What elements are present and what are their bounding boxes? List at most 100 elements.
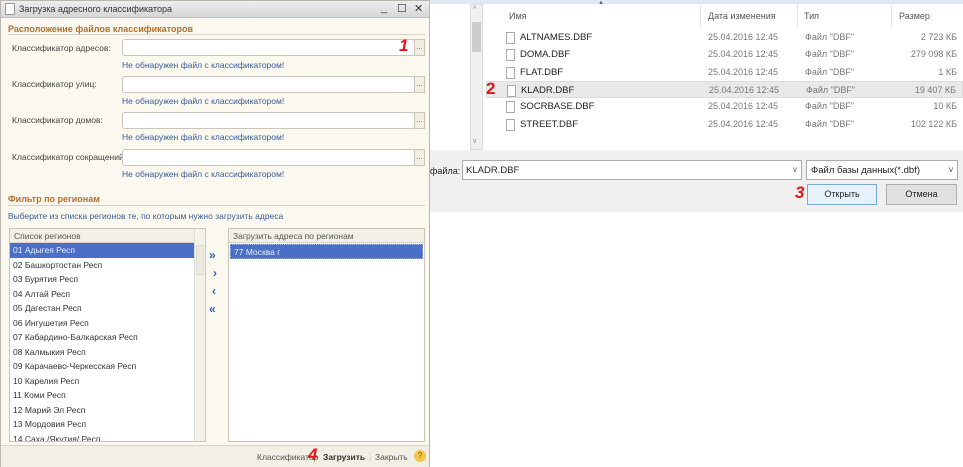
region-item[interactable]: 13 Мордовия Респ xyxy=(10,417,195,432)
document-icon xyxy=(5,3,15,15)
region-item[interactable]: 11 Коми Респ xyxy=(10,388,195,403)
cancel-button[interactable]: Отмена xyxy=(886,184,957,205)
close-link[interactable]: Закрыть xyxy=(375,452,408,462)
chevron-down-icon[interactable]: v xyxy=(949,165,953,174)
file-list-scrollbar[interactable]: ^ v xyxy=(470,4,483,150)
annotation-2: 2 xyxy=(486,79,496,98)
remove-button[interactable]: ‹ xyxy=(212,284,216,298)
window-title: Загрузка адресного классификатора xyxy=(19,4,172,14)
houses-classifier-label: Классификатор домов: xyxy=(12,115,103,125)
region-item[interactable]: 03 Бурятия Респ xyxy=(10,272,195,287)
maximize-button[interactable]: ☐ xyxy=(397,2,407,15)
load-button[interactable]: Загрузить xyxy=(323,452,365,462)
divider xyxy=(8,205,425,206)
filter-section-title: Фильтр по регионам xyxy=(8,194,100,204)
region-item[interactable]: 12 Марий Эл Респ xyxy=(10,403,195,418)
file-size: 279 098 КБ xyxy=(910,49,957,60)
sort-arrow-icon: ▲ xyxy=(598,0,604,6)
region-item[interactable]: 09 Карачаево-Черкесская Респ xyxy=(10,359,195,374)
filename-value: KLADR.DBF xyxy=(466,165,520,176)
region-item[interactable]: 10 Карелия Респ xyxy=(10,374,195,389)
selected-list-header: Загрузить адреса по регионам xyxy=(229,229,424,243)
file-icon xyxy=(506,101,515,114)
file-icon xyxy=(507,84,516,97)
file-size: 102 122 КБ xyxy=(910,118,957,129)
filetype-value: Файл базы данных(*.dbf) xyxy=(811,165,920,176)
file-date: 25.04.2016 12:45 xyxy=(708,66,779,77)
region-item[interactable]: 04 Алтай Респ xyxy=(10,287,195,302)
scrollbar-thumb[interactable] xyxy=(472,22,481,52)
region-item[interactable]: 08 Калмыкия Респ xyxy=(10,345,195,360)
dialog-top-band xyxy=(430,0,963,4)
streets-browse-button[interactable]: ... xyxy=(414,76,425,93)
file-name: KLADR.DBF xyxy=(521,84,575,96)
regions-list[interactable]: Список регионов 01 Адыгея Респ 02 Башкорт… xyxy=(9,228,206,442)
file-row[interactable]: ALTNAMES.DBF 25.04.2016 12:45 Файл "DBF" 2 … xyxy=(486,29,963,46)
regions-scrollbar[interactable] xyxy=(194,229,205,441)
region-item[interactable]: 01 Адыгея Респ xyxy=(10,243,195,258)
file-size: 1 КБ xyxy=(938,66,957,77)
address-classifier-label: Классификатор адресов: xyxy=(12,43,111,53)
file-date: 25.04.2016 12:45 xyxy=(708,101,779,112)
open-button[interactable]: Открыть xyxy=(807,184,877,205)
column-name[interactable]: Имя xyxy=(509,11,527,21)
file-date: 25.04.2016 12:45 xyxy=(708,118,779,129)
address-error[interactable]: Не обнаружен файл с классификатором! xyxy=(122,60,284,70)
abbrev-browse-button[interactable]: ... xyxy=(414,149,425,166)
houses-classifier-input[interactable] xyxy=(122,112,415,129)
remove-all-button[interactable]: « xyxy=(209,302,216,316)
file-type: Файл "DBF" xyxy=(806,84,856,95)
minimize-button[interactable]: _ xyxy=(381,2,387,14)
separator: | xyxy=(369,451,372,461)
file-icon xyxy=(506,66,515,79)
address-classifier-window: Загрузка адресного классификатора _ ☐ ✕ … xyxy=(0,0,430,467)
filename-input[interactable]: KLADR.DBF v xyxy=(462,160,802,180)
file-row[interactable]: DOMA.DBF 25.04.2016 12:45 Файл "DBF" 279 09… xyxy=(486,46,963,63)
close-button[interactable]: ✕ xyxy=(414,2,423,15)
chevron-down-icon[interactable]: v xyxy=(793,165,797,174)
abbrev-classifier-label: Классификатор сокращений: xyxy=(12,152,127,162)
streets-classifier-input[interactable] xyxy=(122,76,415,93)
region-item[interactable]: 14 Саха /Якутия/ Респ xyxy=(10,432,195,442)
file-icon xyxy=(506,118,515,131)
column-size[interactable]: Размер xyxy=(899,11,930,21)
scrollbar-thumb[interactable] xyxy=(196,245,204,275)
filter-hint: Выберите из списка регионов те, по котор… xyxy=(8,211,284,221)
region-item[interactable]: 06 Ингушетия Респ xyxy=(10,316,195,331)
selected-region-item[interactable]: 77 Москва г xyxy=(230,244,423,259)
column-date[interactable]: Дата изменения xyxy=(708,11,776,21)
dialog-bottom-panel: файла: KLADR.DBF v Файл базы данных(*.db… xyxy=(430,150,963,212)
file-row[interactable]: SOCRBASE.DBF 25.04.2016 12:45 Файл "DBF" 10… xyxy=(486,98,963,115)
region-item[interactable]: 07 Кабардино-Балкарская Респ xyxy=(10,330,195,345)
column-type[interactable]: Тип xyxy=(804,11,819,21)
address-browse-button[interactable]: ... xyxy=(414,39,425,56)
region-item[interactable]: 02 Башкортостан Респ xyxy=(10,258,195,273)
file-row[interactable]: FLAT.DBF 25.04.2016 12:45 Файл "DBF" 1 КБ xyxy=(486,64,963,81)
help-icon[interactable]: ? xyxy=(414,450,426,462)
file-date: 25.04.2016 12:45 xyxy=(708,49,779,60)
annotation-3: 3 xyxy=(795,183,805,202)
file-type: Файл "DBF" xyxy=(805,49,855,60)
file-row[interactable]: KLADR.DBF 25.04.2016 12:45 Файл "DBF" 19 40… xyxy=(486,80,963,98)
file-row[interactable]: STREET.DBF 25.04.2016 12:45 Файл "DBF" 102 … xyxy=(486,116,963,133)
add-all-button[interactable]: » xyxy=(209,248,216,262)
regions-list-header: Список регионов xyxy=(10,229,195,243)
file-date: 25.04.2016 12:45 xyxy=(708,32,779,42)
add-button[interactable]: › xyxy=(213,266,217,280)
filetype-select[interactable]: Файл базы данных(*.dbf) v xyxy=(806,160,958,180)
streets-error[interactable]: Не обнаружен файл с классификатором! xyxy=(122,96,284,106)
selected-regions-list[interactable]: Загрузить адреса по регионам 77 Москва г xyxy=(228,228,425,442)
filename-label: файла: xyxy=(430,166,461,176)
houses-error[interactable]: Не обнаружен файл с классификатором! xyxy=(122,132,284,142)
file-type: Файл "DBF" xyxy=(805,118,855,129)
houses-browse-button[interactable]: ... xyxy=(414,112,425,129)
region-item[interactable]: 05 Дагестан Респ xyxy=(10,301,195,316)
address-classifier-input[interactable] xyxy=(122,39,415,56)
annotation-1: 1 xyxy=(399,36,409,55)
file-icon xyxy=(506,49,515,62)
title-bar: Загрузка адресного классификатора _ ☐ ✕ xyxy=(1,1,429,18)
abbrev-error[interactable]: Не обнаружен файл с классификатором! xyxy=(122,169,284,179)
file-size: 19 407 КБ xyxy=(914,84,956,95)
files-section-title: Расположение файлов классификаторов xyxy=(8,24,193,34)
abbrev-classifier-input[interactable] xyxy=(122,149,415,166)
